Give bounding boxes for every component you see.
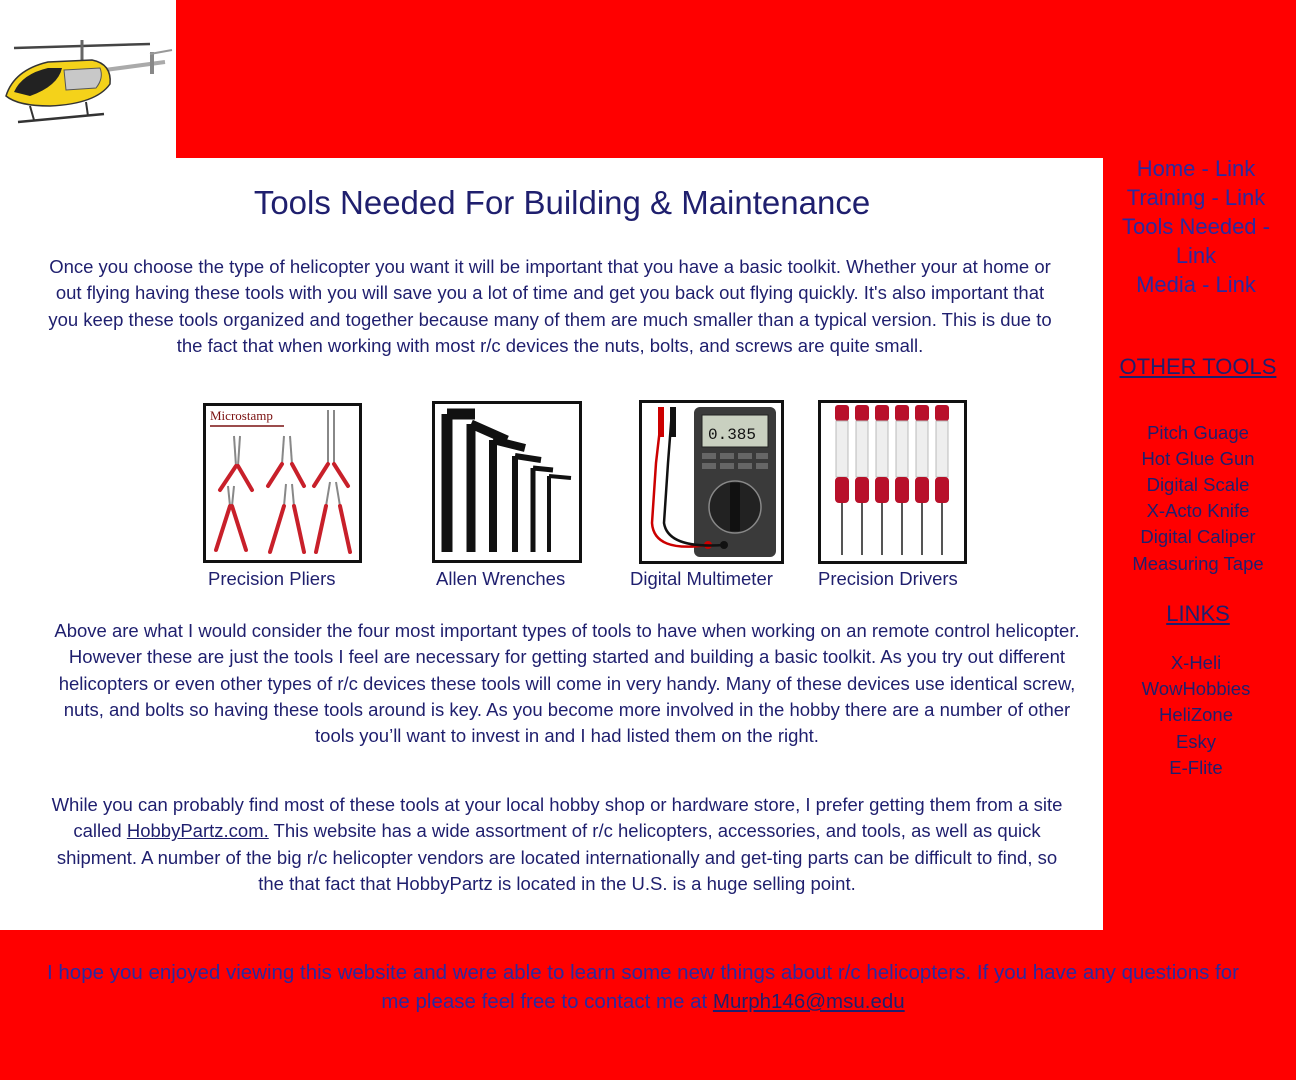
nav-tools-needed-link[interactable]: Tools Needed - Link [1103,212,1289,270]
footer-message: I hope you enjoyed viewing this website … [40,958,1246,1016]
hobbypartz-paragraph: While you can probably find most of thes… [44,792,1070,897]
tool-label: Allen Wrenches [436,568,566,589]
allen-wrenches-image [432,401,582,563]
page-title: Tools Needed For Building & Maintenance [253,184,871,221]
tools-description-paragraph: Above are what I would consider the four… [54,620,1080,747]
microstamp-text: Microstamp [210,408,273,423]
helicopter-logo [0,0,176,158]
external-link-xheli[interactable]: X-Heli [1103,650,1289,676]
links-heading: LINKS [1166,601,1230,626]
external-link-wowhobbies[interactable]: WowHobbies [1103,676,1289,702]
footer-text: I hope you enjoyed viewing this website … [47,961,1239,1013]
other-tool-item: Digital Scale [1146,474,1250,495]
pliers-photo-icon: Microstamp [210,408,352,554]
drivers-image [818,400,967,564]
other-tool-item: Pitch Guage [1147,422,1249,443]
tool-label: Precision Pliers [208,568,336,589]
other-tool-item: Measuring Tape [1132,553,1264,574]
helicopter-logo-icon [5,40,173,124]
sidebar: Home - Link Training - Link Tools Needed… [1103,156,1296,930]
external-link-helizone[interactable]: HeliZone [1103,702,1289,728]
other-tool-item: Hot Glue Gun [1141,448,1255,469]
main-content: Tools Needed For Building & Maintenance … [0,158,1103,930]
tool-label: Precision Drivers [818,568,958,589]
multimeter-image: 0.385 [639,400,784,564]
hobbypartz-link[interactable]: HobbyPartz.com. [127,820,269,841]
intro-paragraph: Once you choose the type of helicopter y… [48,256,1052,356]
multimeter-photo-icon: 0.385 [650,407,776,557]
external-link-eflite[interactable]: E-Flite [1103,755,1289,781]
nav-media-link[interactable]: Media - Link [1103,270,1289,299]
other-tool-item: Digital Caliper [1140,526,1256,547]
nav-training-link[interactable]: Training - Link [1103,183,1289,212]
nav-home-link[interactable]: Home - Link [1103,154,1289,183]
multimeter-display-text: 0.385 [708,426,756,444]
pliers-image: Microstamp [203,403,362,563]
other-tool-item: X-Acto Knife [1146,500,1250,521]
allen-wrench-photo-icon [441,408,572,552]
tool-label: Digital Multimeter [630,568,773,589]
external-link-esky[interactable]: Esky [1103,729,1289,755]
other-tools-heading: OTHER TOOLS [1119,354,1277,379]
contact-email-link[interactable]: Murph146@msu.edu [713,990,905,1013]
screwdriver-photo-icon [835,405,949,555]
